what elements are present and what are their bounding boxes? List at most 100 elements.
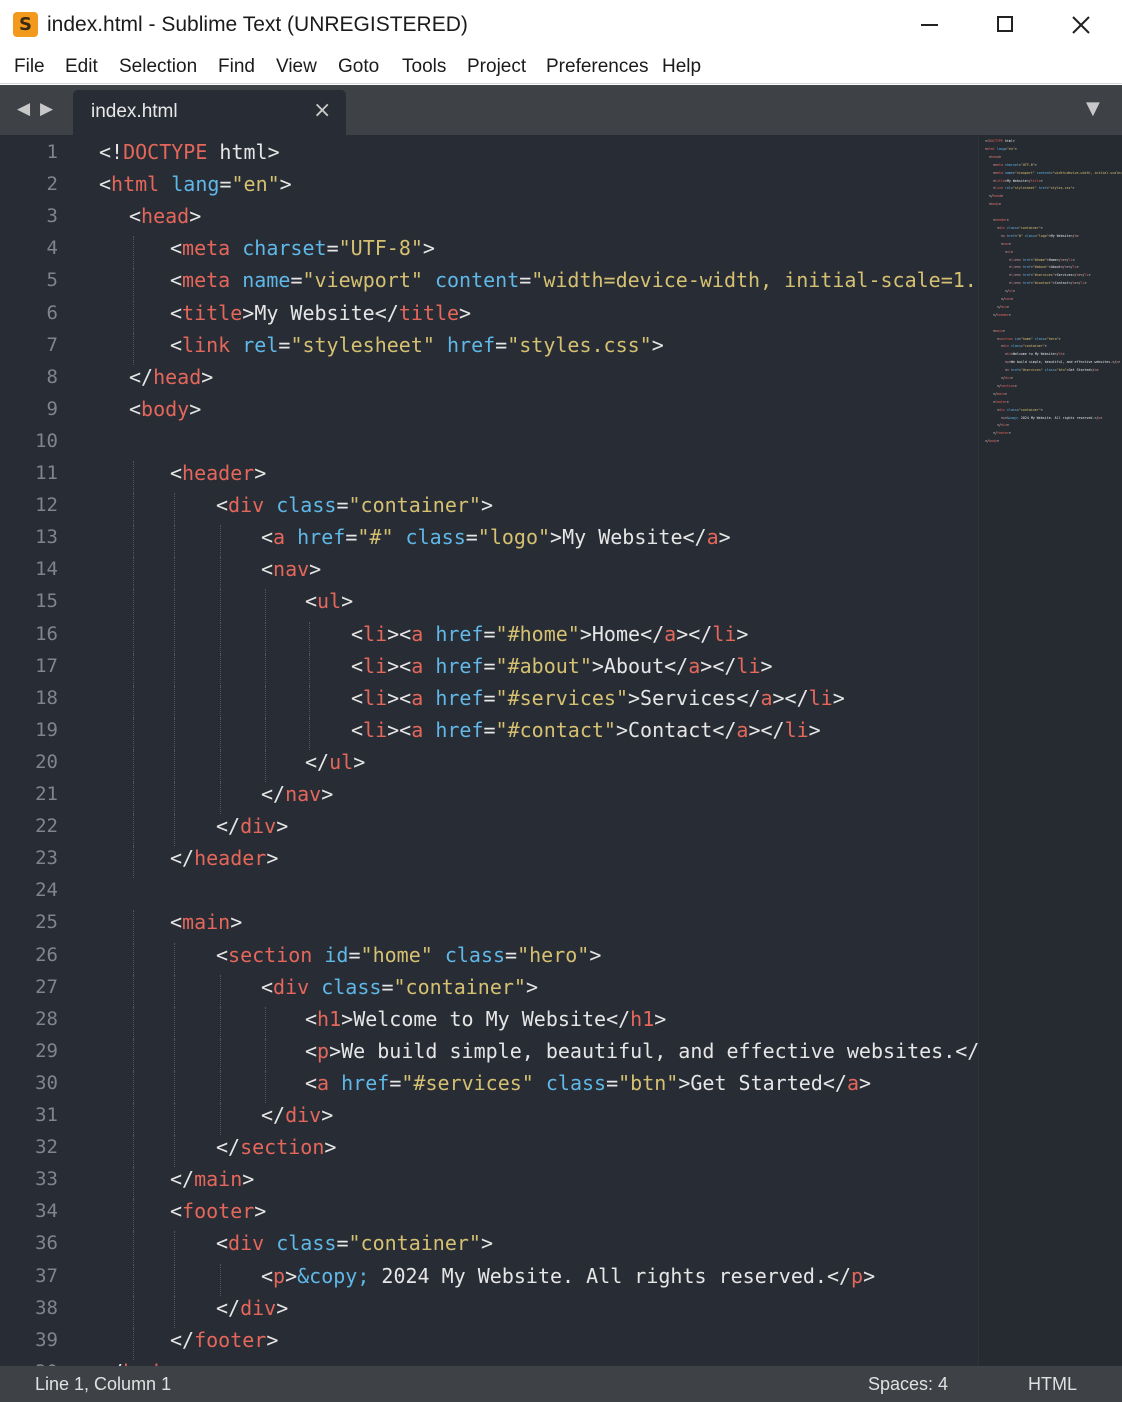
menu-selection[interactable]: Selection <box>119 55 197 79</box>
code-token: = <box>519 268 532 293</box>
code-token: > <box>267 140 280 164</box>
minimap[interactable]: <!DOCTYPE html> <html lang="en"> <head> <me… <box>978 135 1122 1366</box>
tab-dropdown-icon[interactable]: ▼ <box>1086 98 1100 119</box>
code-token: charset <box>242 236 327 261</box>
code-line[interactable]: </ul> <box>305 749 365 775</box>
minimap-token: html <box>1002 139 1013 143</box>
minimap-token: > <box>1040 407 1043 412</box>
minimize-button[interactable] <box>891 0 967 50</box>
minimap-token: > <box>1010 297 1013 301</box>
code-line[interactable]: <li><a href="#home">Home</a></li> <box>351 621 748 647</box>
close-window-button[interactable] <box>1043 0 1119 50</box>
code-line[interactable]: <div class="container"> <box>216 492 493 518</box>
indent-guide <box>133 621 134 654</box>
code-line[interactable]: <ul> <box>305 588 353 614</box>
indentation-setting[interactable]: Spaces: 4 <box>868 1374 948 1395</box>
code-line[interactable]: <div class="container"> <box>216 1230 493 1256</box>
code-line[interactable]: <p>We build simple, beautiful, and effec… <box>305 1038 1003 1064</box>
editor-pane[interactable]: 1 2 3 4 5 6 7 8 9 10 11 12 13 14 15 16 17 18 19 20 21 22 23 24 2… <box>0 135 1122 1366</box>
code-token: class <box>276 493 337 518</box>
menu-find[interactable]: Find <box>218 55 255 79</box>
code-token: </ <box>305 749 330 774</box>
code-line[interactable]: </main> <box>170 1166 254 1192</box>
minimap-token: meta <box>995 162 1003 167</box>
indent-guide <box>220 621 221 654</box>
code-token: > <box>341 1006 354 1031</box>
minimap-token: We build simple, beautiful, and effectiv… <box>1011 360 1113 365</box>
code-line[interactable]: <!DOCTYPE html> <box>99 139 280 165</box>
code-line[interactable]: <link rel="stylesheet" href="styles.css"… <box>170 332 664 358</box>
code-token: a <box>688 653 701 678</box>
minimap-token: header <box>996 312 1009 317</box>
code-token: = <box>381 974 394 999</box>
minimap-token: "#about" <box>1032 265 1049 270</box>
code-token: < <box>305 1038 318 1063</box>
code-line[interactable]: <a href="#" class="logo">My Website</a> <box>261 524 731 550</box>
menu-goto[interactable]: Goto <box>338 55 379 79</box>
code-line[interactable]: <header> <box>170 460 266 486</box>
code-line[interactable]: </header> <box>170 845 278 871</box>
code-line[interactable]: </head> <box>129 364 213 390</box>
menu-preferences[interactable]: Preferences <box>546 55 648 79</box>
code-line[interactable]: <li><a href="#about">About</a></li> <box>351 653 773 679</box>
code-line[interactable]: <html lang="en"> <box>99 171 292 197</box>
cursor-position[interactable]: Line 1, Column 1 <box>35 1374 171 1395</box>
code-line[interactable]: </div> <box>261 1102 333 1128</box>
indent-guide <box>133 782 134 815</box>
code-line[interactable]: <p>&copy; 2024 My Website. All rights re… <box>261 1263 875 1289</box>
menu-file[interactable]: File <box>14 55 45 79</box>
code-line[interactable]: </footer> <box>170 1327 278 1353</box>
minimap-token: "styles.css" <box>1048 186 1073 191</box>
code-line[interactable]: <head> <box>129 203 201 229</box>
syntax-selector[interactable]: HTML <box>1028 1374 1077 1395</box>
maximize-button[interactable] <box>967 0 1043 50</box>
code-token: a <box>317 1070 330 1095</box>
code-line[interactable]: <meta charset="UTF-8"> <box>170 235 435 261</box>
code-line[interactable]: <title>My Website</title> <box>170 300 471 326</box>
code-token: href <box>435 621 484 646</box>
code-token: < <box>216 942 229 967</box>
code-line[interactable]: <main> <box>170 909 242 935</box>
minimap-token: name <box>1004 170 1013 175</box>
minimap-token: href <box>1011 368 1019 373</box>
menu-project[interactable]: Project <box>467 55 526 79</box>
tab-forward-icon[interactable]: ▶ <box>40 99 53 119</box>
code-line[interactable]: <body> <box>129 396 201 422</box>
code-line[interactable]: </div> <box>216 1295 288 1321</box>
code-token: > <box>591 653 604 678</box>
code-line[interactable]: <meta name="viewport" content="width=dev… <box>170 267 1013 293</box>
code-token: a <box>736 717 749 742</box>
code-line[interactable]: <li><a href="#services">Services</a></li… <box>351 685 845 711</box>
minimap-token: Get Started <box>1068 368 1091 373</box>
minimap-token: > <box>1062 352 1065 357</box>
code-line[interactable]: <a href="#services" class="btn">Get Star… <box>305 1070 871 1096</box>
tab-back-icon[interactable]: ◀ <box>17 99 30 119</box>
code-line[interactable]: <div class="container"> <box>261 974 538 1000</box>
menu-help[interactable]: Help <box>662 55 701 79</box>
code-token: </ <box>170 846 195 871</box>
code-line[interactable]: </div> <box>216 813 288 839</box>
code-token: title <box>182 300 243 325</box>
code-line[interactable]: <li><a href="#contact">Contact</a></li> <box>351 717 821 743</box>
minimap-line: <li><a href="#home">Home</a></li> <box>1009 258 1075 262</box>
code-line[interactable]: </body> <box>99 1359 183 1366</box>
minimap-token: > <box>1004 391 1007 396</box>
code-token: > <box>279 172 292 197</box>
menu-view[interactable]: View <box>276 55 317 79</box>
minimap-token: > <box>1118 360 1121 365</box>
menu-edit[interactable]: Edit <box>65 55 98 79</box>
code-line[interactable]: </section> <box>216 1134 336 1160</box>
minimap-line: </header> <box>993 313 1011 317</box>
code-line[interactable]: </nav> <box>261 781 333 807</box>
code-line[interactable]: <footer> <box>170 1198 266 1224</box>
code-line[interactable]: <section id="home" class="hero"> <box>216 942 601 968</box>
tab-index-html[interactable]: index.html × <box>73 90 346 135</box>
code-area[interactable]: <!DOCTYPE html> <html lang="en"> <head> <me… <box>0 135 1013 1366</box>
menu-tools[interactable]: Tools <box>402 55 446 79</box>
tab-close-icon[interactable]: × <box>313 98 331 123</box>
code-line[interactable]: <nav> <box>261 556 321 582</box>
code-token: </ <box>640 621 665 646</box>
minimap-token: html <box>987 146 995 151</box>
indent-guide <box>133 300 134 333</box>
code-line[interactable]: <h1>Welcome to My Website</h1> <box>305 1006 666 1032</box>
